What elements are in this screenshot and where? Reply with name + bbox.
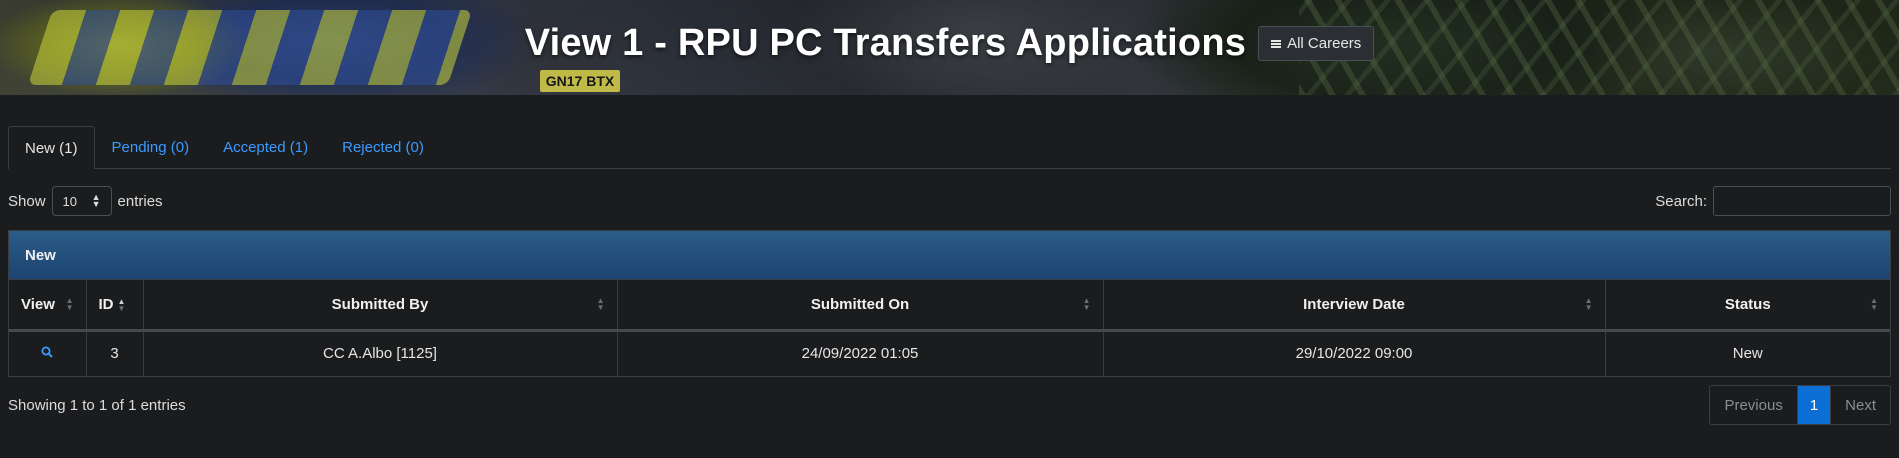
col-header-status[interactable]: Status ▲ ▼ (1605, 280, 1890, 332)
table-header-row: View ▲ ▼ ID ▲ ▼ Submitted By ▲ ▼ Submitted On ▲… (9, 280, 1890, 332)
main-content: New (1) Pending (0) Accepted (1) Rejecte… (0, 95, 1899, 425)
entries-length: Show 10 ▲ ▼ entries (8, 186, 163, 216)
submitted-by-cell: CC A.Albo [1125] (143, 330, 618, 376)
sort-asc-icon: ▲ ▼ (117, 296, 126, 313)
select-arrows-icon: ▲ ▼ (91, 192, 101, 209)
sort-icon: ▲ ▼ (596, 296, 605, 313)
status-tabs: New (1) Pending (0) Accepted (1) Rejecte… (8, 126, 1891, 169)
search-label: Search: (1655, 192, 1707, 210)
status-cell: New (1732, 345, 1763, 363)
search-input[interactable] (1713, 186, 1891, 216)
col-header-submitted-by[interactable]: Submitted By ▲ ▼ (143, 280, 618, 332)
view-cell (9, 330, 87, 376)
show-label: Show (8, 192, 46, 210)
license-plate: GN17 BTX (540, 70, 620, 92)
col-header-id[interactable]: ID ▲ ▼ (86, 280, 144, 332)
all-careers-label: All Careers (1287, 35, 1362, 52)
id-cell: 3 (86, 330, 144, 376)
all-careers-button[interactable]: All Careers (1258, 26, 1375, 61)
sort-icon: ▲ ▼ (65, 296, 74, 313)
next-button[interactable]: Next (1830, 386, 1890, 424)
col-header-view[interactable]: View ▲ ▼ (9, 280, 87, 332)
list-icon (1271, 39, 1282, 48)
table-row: 3 CC A.Albo [1125] 24/09/2022 01:05 29/1… (9, 330, 1890, 376)
applications-table: View ▲ ▼ ID ▲ ▼ Submitted By ▲ ▼ Submitted On ▲… (9, 280, 1890, 376)
tab-new[interactable]: New (1) (8, 126, 95, 169)
tab-pending[interactable]: Pending (0) (95, 126, 207, 168)
interview-date-cell: 29/10/2022 09:00 (1103, 330, 1606, 376)
table-controls: Show 10 ▲ ▼ entries Search: (8, 185, 1891, 217)
search-icon[interactable] (41, 345, 53, 362)
panel-title: New (9, 231, 1890, 280)
tab-rejected[interactable]: Rejected (0) (325, 126, 441, 168)
table-info: Showing 1 to 1 of 1 entries (8, 396, 186, 414)
new-applications-panel: New View ▲ ▼ ID ▲ ▼ Submitted By ▲ ▼ Submitted… (8, 230, 1891, 377)
table-footer: Showing 1 to 1 of 1 entries Previous 1 N… (8, 385, 1891, 425)
hero-banner: GN17 BTX View 1 - RPU PC Transfers Appli… (0, 0, 1899, 95)
entries-select[interactable]: 10 ▲ ▼ (51, 186, 112, 216)
col-header-submitted-on[interactable]: Submitted On ▲ ▼ (617, 280, 1104, 332)
previous-button[interactable]: Previous (1710, 386, 1796, 424)
hero-title-row: View 1 - RPU PC Transfers Applications A… (0, 22, 1899, 65)
entries-value: 10 (62, 193, 77, 209)
tab-accepted[interactable]: Accepted (1) (206, 126, 325, 168)
submitted-on-cell: 24/09/2022 01:05 (617, 330, 1104, 376)
sort-icon: ▲ ▼ (1082, 296, 1091, 313)
sort-icon: ▲ ▼ (1584, 296, 1593, 313)
page-1-button[interactable]: 1 (1796, 386, 1831, 424)
entries-label: entries (117, 192, 163, 210)
search-box: Search: (1655, 186, 1891, 216)
sort-icon: ▲ ▼ (1870, 296, 1878, 313)
col-header-interview-date[interactable]: Interview Date ▲ ▼ (1103, 280, 1606, 332)
page-title: View 1 - RPU PC Transfers Applications (524, 22, 1247, 64)
pagination: Previous 1 Next (1709, 385, 1891, 425)
